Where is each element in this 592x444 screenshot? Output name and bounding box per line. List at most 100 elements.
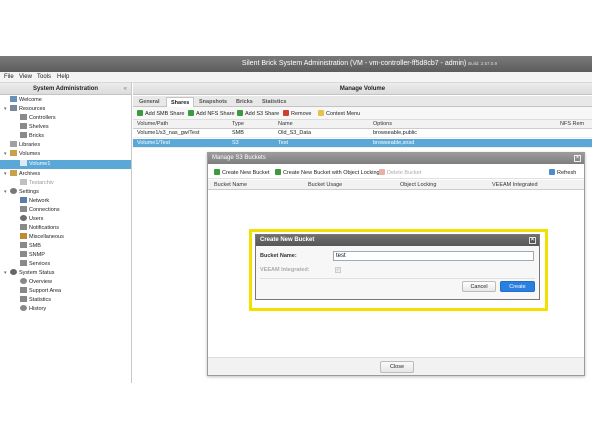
support-icon (20, 287, 27, 293)
add-icon (188, 110, 194, 116)
col-veeam-integrated[interactable]: VEEAM Integrated (492, 182, 538, 188)
misc-icon (20, 233, 27, 239)
network-icon (20, 197, 27, 203)
controller-icon (20, 114, 27, 120)
users-icon (20, 215, 27, 221)
refresh-button[interactable]: Refresh (549, 169, 576, 176)
sidebar-item-notifications[interactable]: Notifications (14, 224, 59, 233)
sidebar-item-history[interactable]: History (14, 305, 46, 314)
create-bucket-object-locking-button[interactable]: Create New Bucket with Object Locking (275, 169, 380, 176)
shares-grid-header: Volume/Path Type Name Options NFS Rem (133, 120, 592, 129)
add-s3-share-button[interactable]: Add S3 Share (237, 110, 279, 118)
tab-bricks[interactable]: Bricks (232, 97, 257, 107)
table-row[interactable]: Volume1/Test S3 Test browseable,snsd (133, 139, 592, 148)
folder-icon (10, 170, 17, 176)
veeam-integrated-label: VEEAM Integrated: (260, 267, 310, 273)
context-menu-button[interactable]: Context Menu (318, 110, 360, 118)
home-icon (10, 96, 17, 102)
sidebar-item-resources[interactable]: ▾ Resources (4, 105, 45, 114)
shares-toolbar: Add SMB Share Add NFS Share Add S3 Share… (133, 107, 592, 120)
window-titlebar: Silent Brick System Administration (VM -… (0, 56, 592, 72)
add-nfs-share-button[interactable]: Add NFS Share (188, 110, 235, 118)
close-icon[interactable]: × (574, 155, 581, 162)
col-type[interactable]: Type (232, 121, 244, 127)
history-icon (20, 305, 27, 311)
tab-shares[interactable]: Shares (166, 97, 195, 107)
veeam-integrated-checkbox[interactable]: ✓ (335, 267, 341, 273)
menu-tools[interactable]: Tools (37, 74, 51, 80)
collapse-icon[interactable]: « (124, 83, 127, 95)
shelf-icon (20, 123, 27, 129)
sidebar-item-support-area[interactable]: Support Area (14, 287, 61, 296)
sidebar-item-bricks[interactable]: Bricks (14, 132, 44, 141)
build-label: Build: 2.57.0.9 (468, 61, 497, 66)
overview-icon (20, 278, 27, 284)
sidebar-item-users[interactable]: Users (14, 215, 43, 224)
sidebar-item-volumes[interactable]: ▾ Volumes (4, 150, 40, 159)
col-volume-path[interactable]: Volume/Path (137, 121, 168, 127)
create-button[interactable]: Create (500, 281, 535, 292)
s3-window-footer: Close (208, 357, 584, 375)
sidebar-item-smb[interactable]: SMB (14, 242, 41, 251)
table-row[interactable]: Volume1/s3_nas_gw/Test SMB Old_S3_Data b… (133, 129, 592, 138)
col-bucket-name[interactable]: Bucket Name (214, 182, 247, 188)
s3-toolbar: Create New Bucket Create New Bucket with… (208, 165, 584, 179)
sidebar-item-volume1[interactable]: Volume1 (0, 160, 131, 169)
sidebar-item-connections[interactable]: Connections (14, 206, 60, 215)
remove-button[interactable]: Remove (283, 110, 311, 118)
create-new-bucket-button[interactable]: Create New Bucket (214, 169, 269, 176)
buckets-grid-header: Bucket Name Bucket Usage Object Locking … (208, 180, 584, 190)
sidebar-item-miscellaneous[interactable]: Miscellaneous (14, 233, 64, 242)
sidebar-item-statistics[interactable]: Statistics (14, 296, 51, 305)
sidebar-item-services[interactable]: Services (14, 260, 50, 269)
snmp-icon (20, 251, 27, 257)
context-menu-icon (318, 110, 324, 116)
remove-icon (283, 110, 289, 116)
col-bucket-usage[interactable]: Bucket Usage (308, 182, 342, 188)
add-smb-share-button[interactable]: Add SMB Share (137, 110, 184, 118)
sidebar: System Administration « Welcome ▾ Resourc… (0, 83, 132, 383)
dialog-titlebar: Create New Bucket × (256, 235, 539, 246)
menu-help[interactable]: Help (57, 74, 69, 80)
col-nfs-rem[interactable]: NFS Rem (560, 121, 584, 127)
status-icon (10, 269, 17, 275)
add-icon (137, 110, 143, 116)
tab-statistics[interactable]: Statistics (258, 97, 290, 107)
sidebar-item-welcome[interactable]: Welcome (4, 96, 42, 105)
col-options[interactable]: Options (373, 121, 392, 127)
main-title: Manage Volume (133, 83, 592, 95)
folder-icon (10, 150, 17, 156)
tab-snapshots[interactable]: Snapshots (195, 97, 231, 107)
sidebar-item-settings[interactable]: ▾ Settings (4, 188, 39, 197)
menu-file[interactable]: File (4, 74, 14, 80)
sidebar-item-overview[interactable]: Overview (14, 278, 52, 287)
col-name[interactable]: Name (278, 121, 293, 127)
bell-icon (20, 224, 27, 230)
sidebar-item-system-status[interactable]: ▾ System Status (4, 269, 54, 278)
sidebar-item-snmp[interactable]: SNMP (14, 251, 45, 260)
window-title: Silent Brick System Administration (VM -… (241, 60, 497, 67)
menu-view[interactable]: View (19, 74, 32, 80)
stats-icon (20, 296, 27, 302)
s3-window-title: Manage S3 Buckets (212, 155, 266, 161)
tab-general[interactable]: General (135, 97, 163, 107)
sidebar-item-archives[interactable]: ▾ Archives (4, 170, 40, 179)
cancel-button[interactable]: Cancel (462, 281, 496, 292)
library-icon (10, 141, 17, 147)
sidebar-item-shelves[interactable]: Shelves (14, 123, 49, 132)
bucket-name-input[interactable]: test (333, 251, 534, 261)
col-object-locking[interactable]: Object Locking (400, 182, 436, 188)
bucket-name-label: Bucket Name: (260, 253, 297, 259)
close-icon[interactable]: × (529, 237, 536, 244)
sidebar-item-libraries[interactable]: Libraries (4, 141, 40, 150)
close-button[interactable]: Close (380, 361, 414, 373)
sidebar-item-controllers[interactable]: Controllers (14, 114, 56, 123)
tab-bar: General Shares Snapshots Bricks Statisti… (133, 96, 592, 107)
connections-icon (20, 206, 27, 212)
delete-bucket-button[interactable]: Delete Bucket (379, 169, 421, 176)
sidebar-item-network[interactable]: Network (14, 197, 49, 206)
smb-icon (20, 242, 27, 248)
sidebar-item-testarchiv[interactable]: Testarchiv (14, 179, 54, 188)
brick-icon (20, 132, 27, 138)
sidebar-header: System Administration « (0, 83, 131, 95)
